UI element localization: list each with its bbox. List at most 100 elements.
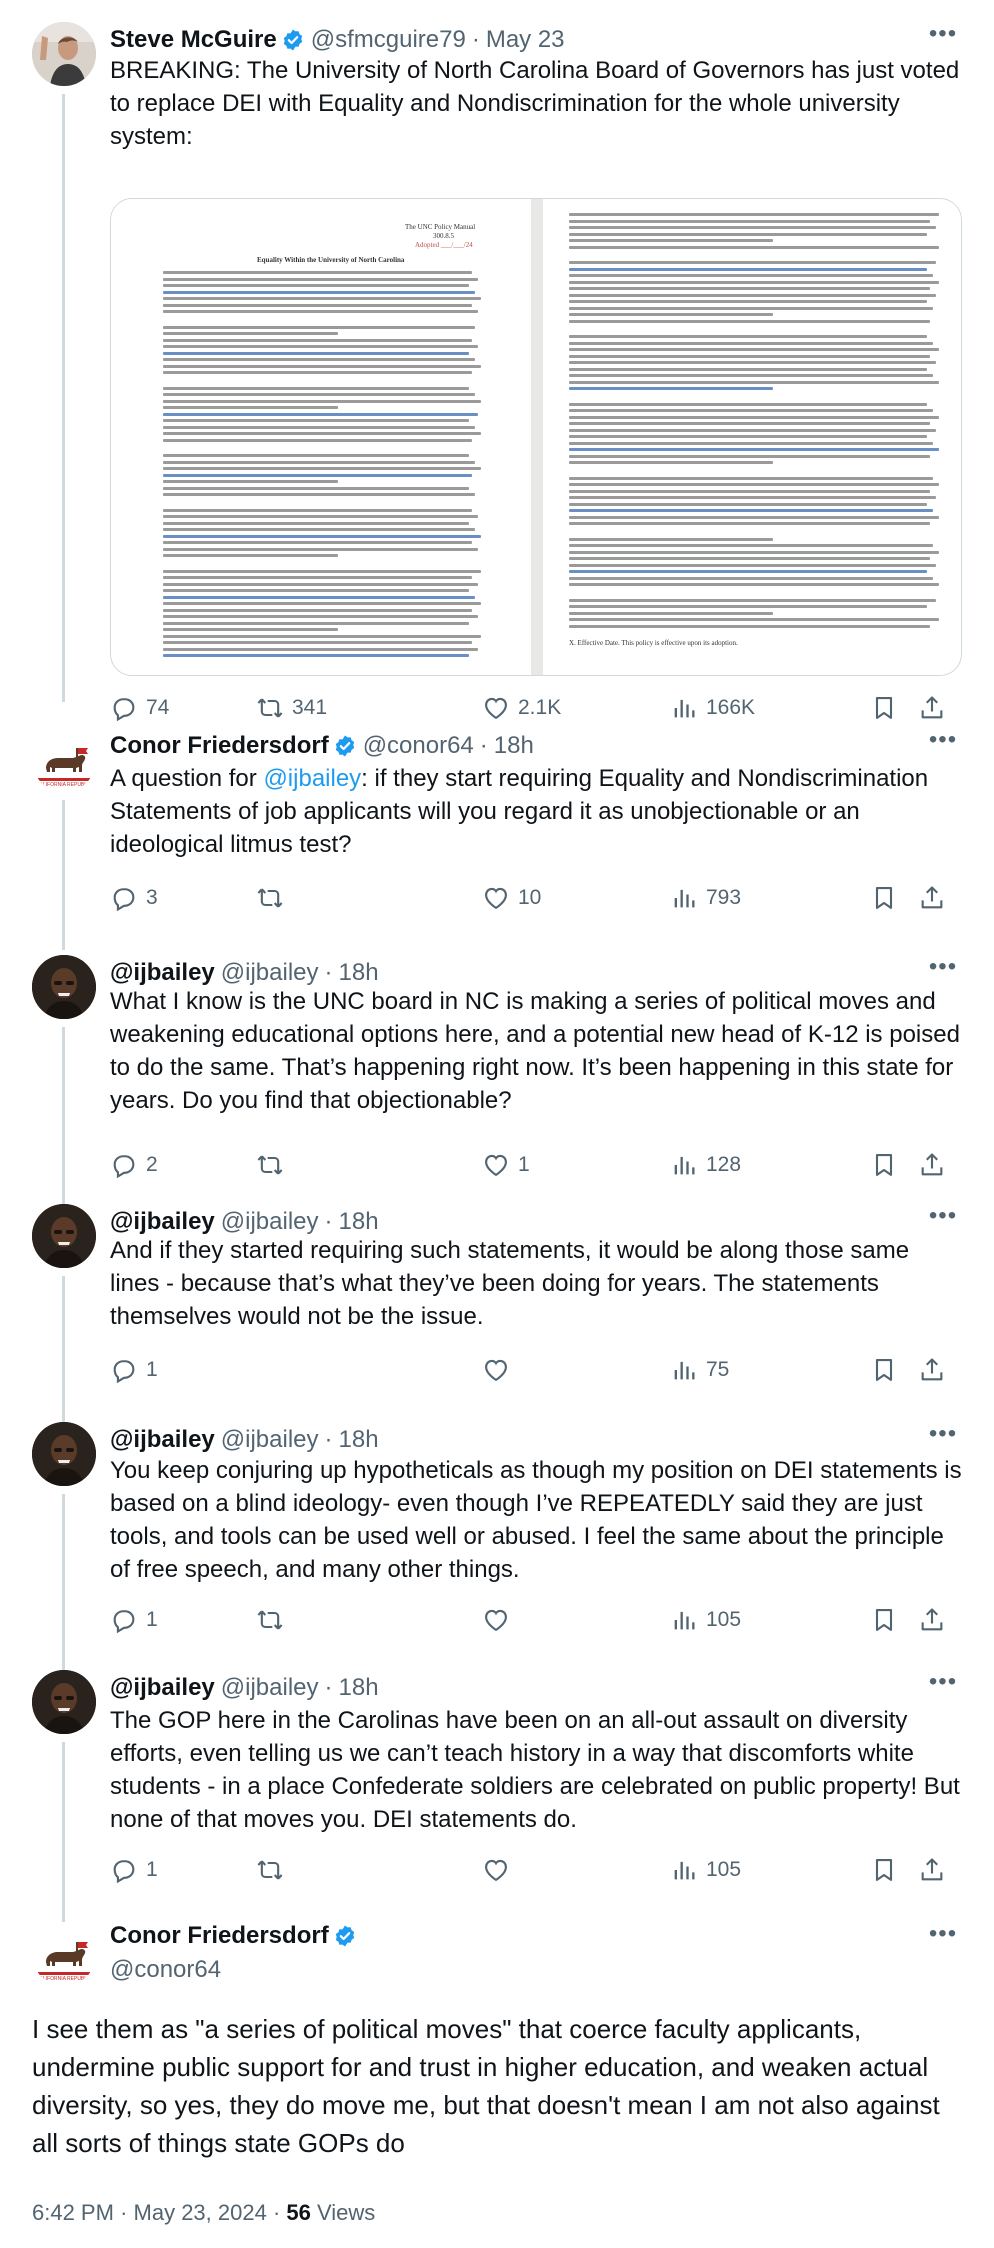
bookmark-icon (870, 1606, 898, 1634)
more-icon[interactable]: ••• (928, 955, 958, 985)
author-handle[interactable]: @ijbailey (221, 1674, 319, 1702)
timestamp[interactable]: 18h (339, 1208, 379, 1236)
bookmark-button[interactable] (870, 1602, 898, 1638)
retweet-icon (256, 1606, 284, 1634)
separator: · (272, 2200, 287, 2225)
avatar[interactable] (32, 1670, 96, 1734)
doc-text-line (163, 641, 472, 644)
post-date[interactable]: May 23, 2024 (134, 2200, 267, 2225)
tweet-actions: 3 10 793 (110, 880, 962, 916)
author-handle[interactable]: @ijbailey (221, 1426, 319, 1454)
share-button[interactable] (918, 690, 946, 726)
avatar[interactable] (32, 955, 96, 1019)
more-icon[interactable]: ••• (928, 1422, 958, 1452)
avatar[interactable] (32, 1922, 96, 1986)
reply-button[interactable]: 1 (110, 1852, 158, 1888)
timestamp[interactable]: May 23 (486, 26, 565, 54)
author-name[interactable]: Steve McGuire (110, 26, 277, 54)
author-name[interactable]: @ijbailey (110, 959, 215, 987)
tweet-4[interactable]: @ijbailey @ijbailey · 18h ••• And if the… (0, 1204, 994, 1426)
separator: · (324, 1674, 333, 1701)
tweet-3[interactable]: @ijbailey @ijbailey · 18h ••• What I kno… (0, 955, 994, 1217)
doc-text-line (163, 460, 475, 464)
share-button[interactable] (918, 1852, 946, 1888)
more-icon[interactable]: ••• (928, 1922, 958, 1952)
doc-text-line (163, 310, 478, 313)
reply-button[interactable]: 3 (110, 880, 158, 916)
post-time[interactable]: 6:42 PM (32, 2200, 114, 2225)
like-button[interactable] (482, 1602, 510, 1638)
doc-text-line (163, 467, 481, 470)
views-button[interactable]: 105 (670, 1602, 741, 1638)
more-icon[interactable]: ••• (928, 1670, 958, 1700)
like-button[interactable] (482, 1852, 510, 1888)
author-handle[interactable]: @ijbailey (221, 1208, 319, 1236)
timestamp[interactable]: 18h (494, 732, 534, 760)
document-image[interactable]: The UNC Policy Manual 300.8.5 Adopted __… (110, 198, 962, 676)
views-button[interactable]: 128 (670, 1147, 741, 1183)
reply-icon (110, 1356, 138, 1384)
tweet-5[interactable]: @ijbailey @ijbailey · 18h ••• You keep c… (0, 1422, 994, 1672)
views-button[interactable]: 793 (670, 880, 741, 916)
tweet-6[interactable]: @ijbailey @ijbailey · 18h ••• The GOP he… (0, 1670, 994, 1938)
timestamp[interactable]: 18h (339, 959, 379, 987)
share-button[interactable] (918, 1147, 946, 1183)
avatar[interactable] (32, 22, 96, 86)
avatar[interactable] (32, 728, 96, 792)
share-button[interactable] (918, 880, 946, 916)
doc-text-line (569, 509, 933, 512)
doc-text-line (569, 435, 927, 438)
bookmark-button[interactable] (870, 880, 898, 916)
views-button[interactable]: 166K (670, 690, 755, 726)
bookmark-button[interactable] (870, 1352, 898, 1388)
like-button[interactable]: 10 (482, 880, 541, 916)
author-handle[interactable]: @sfmcguire79 (311, 26, 466, 54)
tweet-text: I see them as "a series of political mov… (32, 2014, 940, 2158)
avatar[interactable] (32, 1204, 96, 1268)
reply-button[interactable]: 74 (110, 690, 169, 726)
retweet-button[interactable] (256, 880, 284, 916)
share-button[interactable] (918, 1602, 946, 1638)
author-handle[interactable]: @ijbailey (221, 959, 319, 987)
tweet-2[interactable]: Conor Friedersdorf @conor64 · 18h ••• A … (0, 728, 994, 950)
reply-button[interactable]: 2 (110, 1147, 158, 1183)
like-button[interactable] (482, 1352, 510, 1388)
views-count: 105 (706, 1858, 742, 1881)
share-button[interactable] (918, 1352, 946, 1388)
like-button[interactable]: 1 (482, 1147, 530, 1183)
retweet-button[interactable]: 341 (256, 690, 327, 726)
doc-text-line (569, 624, 930, 628)
retweet-button[interactable] (256, 1852, 284, 1888)
more-icon[interactable]: ••• (928, 1204, 958, 1234)
doc-text-line (163, 480, 338, 483)
timestamp[interactable]: 18h (339, 1674, 379, 1702)
avatar[interactable] (32, 1422, 96, 1486)
author-name[interactable]: @ijbailey (110, 1208, 215, 1236)
views-button[interactable]: 105 (670, 1852, 741, 1888)
tweet-1[interactable]: Steve McGuire @sfmcguire79 · May 23 ••• … (0, 22, 994, 702)
like-button[interactable]: 2.1K (482, 690, 561, 726)
author-handle[interactable]: @conor64 (363, 732, 474, 760)
more-icon[interactable]: ••• (928, 728, 958, 758)
doc-text-line (163, 493, 475, 496)
tweet-text: And if they started requiring such state… (110, 1237, 910, 1330)
timestamp[interactable]: 18h (339, 1426, 379, 1454)
reply-button[interactable]: 1 (110, 1352, 158, 1388)
retweet-button[interactable] (256, 1602, 284, 1638)
reply-button[interactable]: 1 (110, 1602, 158, 1638)
mention-link[interactable]: @ijbailey (263, 765, 361, 792)
author-handle[interactable]: @conor64 (110, 1956, 221, 1984)
author-name[interactable]: @ijbailey (110, 1426, 215, 1454)
more-icon[interactable]: ••• (928, 22, 958, 52)
bookmark-button[interactable] (870, 1852, 898, 1888)
bookmark-button[interactable] (870, 690, 898, 726)
like-icon (482, 694, 510, 722)
author-name[interactable]: Conor Friedersdorf (110, 1922, 329, 1950)
doc-text-line (569, 583, 939, 586)
retweet-button[interactable] (256, 1147, 284, 1183)
views-button[interactable]: 75 (670, 1352, 729, 1388)
bookmark-button[interactable] (870, 1147, 898, 1183)
author-name[interactable]: Conor Friedersdorf (110, 732, 329, 760)
author-name[interactable]: @ijbailey (110, 1674, 215, 1702)
doc-text-line (569, 219, 930, 223)
